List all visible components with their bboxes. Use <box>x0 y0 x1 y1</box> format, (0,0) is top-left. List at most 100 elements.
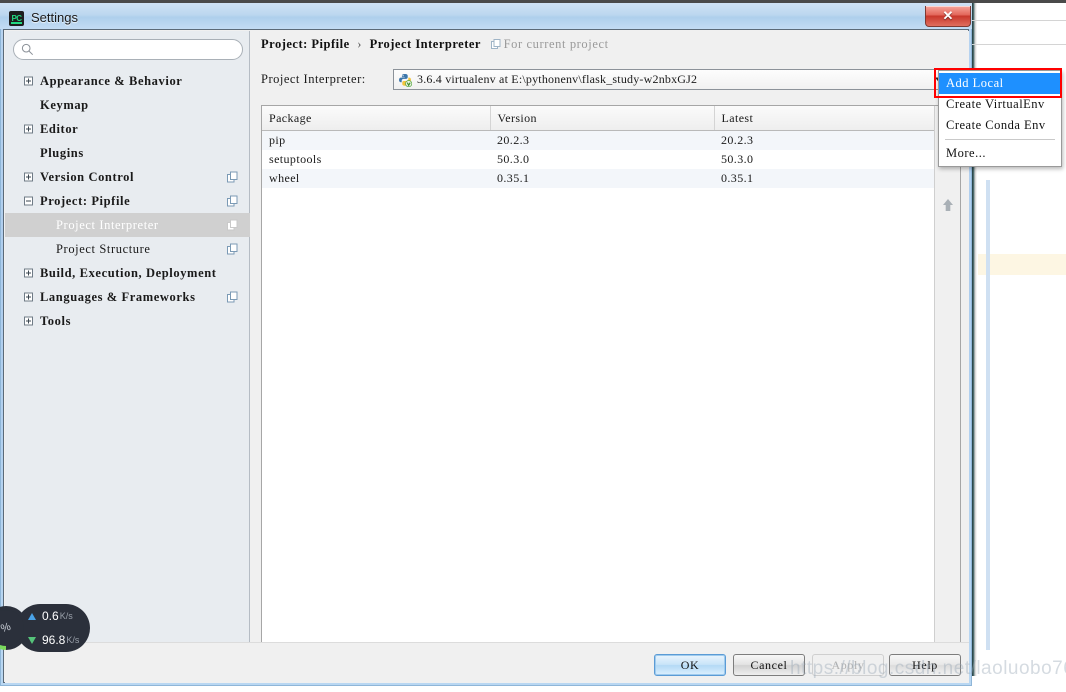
window-title: Settings <box>31 10 78 25</box>
close-button[interactable]: ✕ <box>925 6 971 27</box>
upload-speed-unit: K/s <box>59 611 73 621</box>
cell-package: wheel <box>262 169 490 188</box>
breadcrumb-leaf: Project Interpreter <box>369 37 481 51</box>
sidebar-item-build-execution-deployment[interactable]: Build, Execution, Deployment <box>5 261 250 285</box>
expand-icon[interactable] <box>24 76 33 86</box>
search-container <box>13 39 243 60</box>
sidebar-item-label: Version Control <box>40 169 135 184</box>
packages-panel: Package Version Latest pip 20.2.3 20.2.3 setu… <box>261 105 961 662</box>
cell-version: 20.2.3 <box>490 130 714 150</box>
dialog-button-bar: OK Cancel Apply Help <box>5 642 969 683</box>
packages-toolbar <box>934 106 960 661</box>
settings-sidebar: Appearance & Behavior Keymap Editor Plugins… <box>5 31 250 642</box>
dropdown-separator <box>945 139 1055 140</box>
cell-package: pip <box>262 130 490 150</box>
background-highlighted-line <box>978 254 1066 275</box>
table-row[interactable]: setuptools 50.3.0 50.3.0 <box>262 150 934 169</box>
packages-table-header: Package Version Latest <box>262 106 935 131</box>
interpreter-combobox[interactable]: 3.6.4 virtualenv at E:\pythonenv\flask_s… <box>393 69 949 90</box>
interpreter-label: Project Interpreter: <box>261 72 366 86</box>
sidebar-item-label: Project: Pipfile <box>40 193 131 208</box>
expand-icon[interactable] <box>24 268 33 278</box>
interpreter-row: Project Interpreter: 3.6.4 virtualenv at… <box>261 69 961 91</box>
sidebar-item-project-pipfile[interactable]: Project: Pipfile <box>5 189 250 213</box>
sidebar-item-label: Editor <box>40 121 79 136</box>
sidebar-item-appearance-behavior[interactable]: Appearance & Behavior <box>5 69 250 93</box>
interpreter-value: 3.6.4 virtualenv at E:\pythonenv\flask_s… <box>417 72 698 86</box>
expand-icon[interactable] <box>24 316 33 326</box>
background-divider-lower <box>966 44 1066 45</box>
cell-latest: 20.2.3 <box>714 130 934 150</box>
column-header-latest[interactable]: Latest <box>714 106 935 131</box>
screen: PC Settings ✕ Appearance & Behavior Keyma… <box>0 0 1066 692</box>
cpu-gauge-label: % <box>0 620 13 636</box>
background-scrollbar[interactable] <box>986 180 990 650</box>
sidebar-item-languages-frameworks[interactable]: Languages & Frameworks <box>5 285 250 309</box>
packages-table: Package Version Latest pip 20.2.3 20.2.3 setu… <box>262 106 935 188</box>
expand-icon[interactable] <box>24 124 33 134</box>
table-row[interactable]: wheel 0.35.1 0.35.1 <box>262 169 934 188</box>
python-virtualenv-icon <box>399 73 412 87</box>
title-bar: PC Settings ✕ <box>0 3 972 29</box>
sidebar-item-version-control[interactable]: Version Control <box>5 165 250 189</box>
network-speed-widget[interactable]: 0.6 K/s 96.8 K/s % <box>0 604 92 652</box>
table-row[interactable]: pip 20.2.3 20.2.3 <box>262 130 934 150</box>
copy-icon[interactable] <box>227 171 238 183</box>
copy-icon[interactable] <box>227 291 238 303</box>
dropdown-item-add-local[interactable]: Add Local <box>939 73 1061 94</box>
download-speed-row: 96.8 K/s <box>28 628 79 652</box>
breadcrumb: Project: Pipfile › Project Interpreter F… <box>261 37 609 52</box>
sidebar-item-project-interpreter[interactable]: Project Interpreter <box>5 213 250 237</box>
sidebar-item-label: Tools <box>40 313 72 328</box>
search-input[interactable] <box>13 39 243 60</box>
cell-version: 0.35.1 <box>490 169 714 188</box>
breadcrumb-note: For current project <box>490 37 609 51</box>
download-speed-value: 96.8 <box>42 633 66 647</box>
cancel-button[interactable]: Cancel <box>733 654 805 676</box>
upload-speed-value: 0.6 <box>42 609 59 623</box>
dropdown-item-create-virtualenv[interactable]: Create VirtualEnv <box>939 94 1061 115</box>
sidebar-item-label: Languages & Frameworks <box>40 289 196 304</box>
settings-dialog: Appearance & Behavior Keymap Editor Plugins… <box>3 29 969 683</box>
copy-icon[interactable] <box>227 195 238 207</box>
download-speed-unit: K/s <box>66 635 80 645</box>
sidebar-item-keymap[interactable]: Keymap <box>5 93 250 117</box>
breadcrumb-note-text: For current project <box>503 37 609 51</box>
ok-button[interactable]: OK <box>654 654 726 676</box>
background-divider-upper <box>966 20 1066 21</box>
expand-icon[interactable] <box>24 292 33 302</box>
pycharm-icon: PC <box>9 11 24 26</box>
dropdown-item-create-conda-env[interactable]: Create Conda Env <box>939 115 1061 136</box>
download-arrow-icon <box>28 636 36 644</box>
column-header-package[interactable]: Package <box>262 106 491 131</box>
sidebar-item-label: Project Structure <box>56 241 151 256</box>
copy-icon[interactable] <box>227 219 238 231</box>
expand-icon[interactable] <box>24 172 33 182</box>
dropdown-item-more[interactable]: More... <box>939 143 1061 164</box>
sidebar-item-label: Appearance & Behavior <box>40 73 183 88</box>
column-header-version[interactable]: Version <box>490 106 715 131</box>
sidebar-item-plugins[interactable]: Plugins <box>5 141 250 165</box>
copy-icon[interactable] <box>227 243 238 255</box>
sidebar-item-label: Plugins <box>40 145 84 160</box>
interpreter-dropdown-menu[interactable]: Add Local Create VirtualEnv Create Conda E… <box>938 70 1062 167</box>
sidebar-item-project-structure[interactable]: Project Structure <box>5 237 250 261</box>
collapse-icon[interactable] <box>24 196 33 206</box>
upgrade-arrow-icon[interactable] <box>941 198 955 212</box>
pycharm-icon-bar <box>11 22 22 24</box>
packages-table-body: pip 20.2.3 20.2.3 setuptools 50.3.0 50.3.0 whe… <box>262 130 934 188</box>
sidebar-item-label: Project Interpreter <box>56 217 159 232</box>
cell-latest: 50.3.0 <box>714 150 934 169</box>
close-icon: ✕ <box>942 8 954 23</box>
upload-speed-row: 0.6 K/s <box>28 604 73 628</box>
breadcrumb-root[interactable]: Project: Pipfile <box>261 37 350 51</box>
sidebar-item-label: Build, Execution, Deployment <box>40 265 217 280</box>
settings-tree: Appearance & Behavior Keymap Editor Plugins… <box>5 69 250 333</box>
upload-arrow-icon <box>28 612 36 620</box>
help-button[interactable]: Help <box>889 654 961 676</box>
settings-content: Project: Pipfile › Project Interpreter F… <box>250 31 969 662</box>
sidebar-item-editor[interactable]: Editor <box>5 117 250 141</box>
apply-button: Apply <box>812 654 884 676</box>
sidebar-item-tools[interactable]: Tools <box>5 309 250 333</box>
breadcrumb-separator: › <box>357 37 362 51</box>
